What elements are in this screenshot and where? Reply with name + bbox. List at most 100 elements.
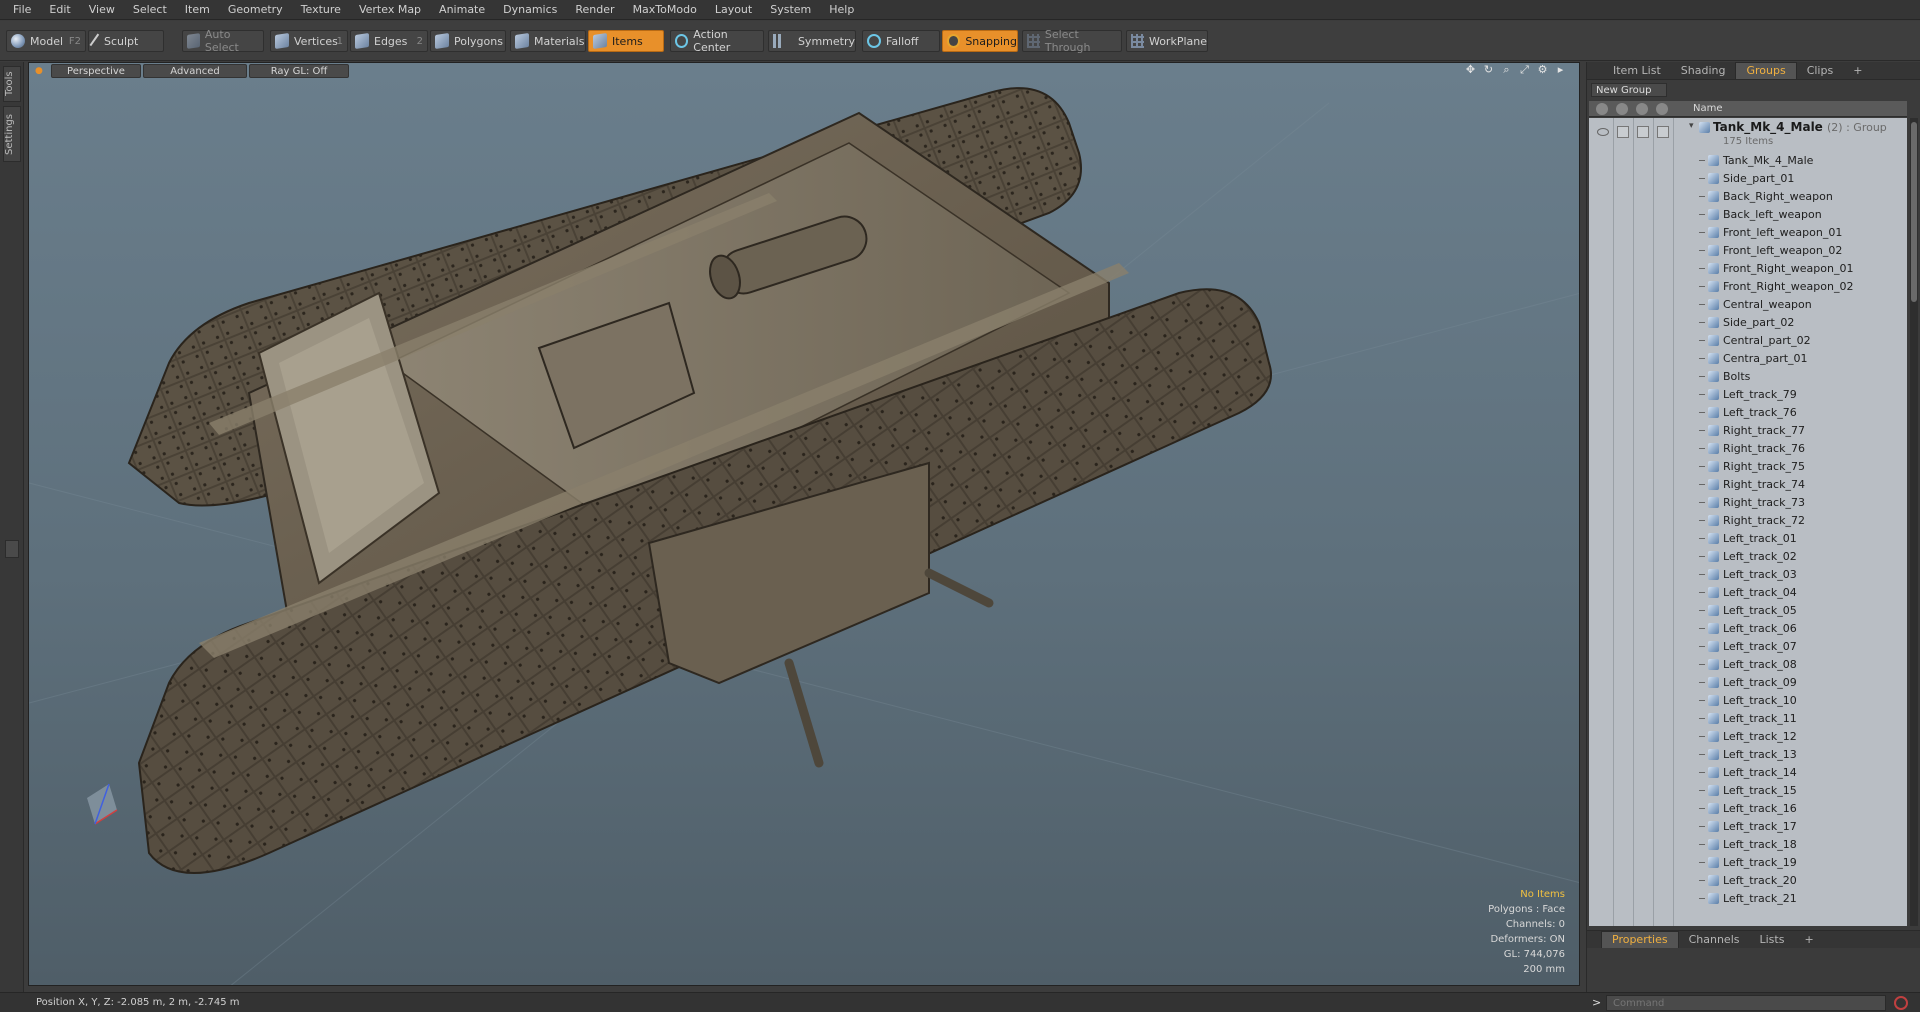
materials-button[interactable]: Materials <box>510 30 586 52</box>
tab-groups[interactable]: Groups <box>1735 62 1797 79</box>
new-group-button[interactable]: New Group <box>1591 83 1667 97</box>
menu-select[interactable]: Select <box>124 0 176 20</box>
list-item[interactable]: Left_track_17 <box>1589 818 1907 836</box>
sculpt-mode-button[interactable]: Sculpt <box>88 30 164 52</box>
command-history-icon[interactable] <box>1894 996 1908 1010</box>
list-item[interactable]: Left_track_20 <box>1589 872 1907 890</box>
list-item[interactable]: Right_track_73 <box>1589 494 1907 512</box>
menu-render[interactable]: Render <box>566 0 623 20</box>
select-column-icon[interactable] <box>1656 103 1668 115</box>
list-item[interactable]: Back_Right_weapon <box>1589 188 1907 206</box>
list-item[interactable]: Left_track_13 <box>1589 746 1907 764</box>
list-item[interactable]: Left_track_08 <box>1589 656 1907 674</box>
list-item[interactable]: Front_Right_weapon_01 <box>1589 260 1907 278</box>
vertices-button[interactable]: Vertices 1 <box>270 30 348 52</box>
panel-toggle-handle[interactable] <box>5 540 19 558</box>
menu-view[interactable]: View <box>80 0 124 20</box>
expand-arrow-icon[interactable]: ▸ <box>1554 63 1567 76</box>
list-item[interactable]: Left_track_14 <box>1589 764 1907 782</box>
snapping-button[interactable]: Snapping <box>942 30 1018 52</box>
list-item[interactable]: Front_left_weapon_01 <box>1589 224 1907 242</box>
list-item[interactable]: Right_track_75 <box>1589 458 1907 476</box>
action-center-button[interactable]: Action Center <box>670 28 764 54</box>
list-item[interactable]: Central_weapon <box>1589 296 1907 314</box>
list-item[interactable]: Bolts <box>1589 368 1907 386</box>
auto-select-button[interactable]: Auto Select <box>182 28 264 54</box>
visibility-eye-icon[interactable] <box>1597 128 1609 136</box>
tab-settings[interactable]: Settings <box>3 106 21 162</box>
viewport-menu-icon[interactable]: ● <box>35 66 45 76</box>
fit-icon[interactable]: ⤢ <box>1518 63 1531 76</box>
list-item[interactable]: Right_track_74 <box>1589 476 1907 494</box>
menu-system[interactable]: System <box>761 0 820 20</box>
select-toggle[interactable] <box>1657 126 1669 138</box>
groups-scrollbar[interactable] <box>1910 118 1918 926</box>
menu-maxtomodo[interactable]: MaxToModo <box>624 0 706 20</box>
model-mode-button[interactable]: Model F2 <box>6 30 86 52</box>
list-item[interactable]: Left_track_12 <box>1589 728 1907 746</box>
list-item[interactable]: Centra_part_01 <box>1589 350 1907 368</box>
tab-clips[interactable]: Clips <box>1797 63 1844 79</box>
zoom-icon[interactable]: ⌕ <box>1500 63 1513 76</box>
list-item[interactable]: Side_part_02 <box>1589 314 1907 332</box>
render-toggle[interactable] <box>1617 126 1629 138</box>
menu-dynamics[interactable]: Dynamics <box>494 0 566 20</box>
tab-shading[interactable]: Shading <box>1671 63 1736 79</box>
list-item[interactable]: Left_track_03 <box>1589 566 1907 584</box>
list-item[interactable]: Side_part_01 <box>1589 170 1907 188</box>
list-item[interactable]: Left_track_76 <box>1589 404 1907 422</box>
list-item[interactable]: Central_part_02 <box>1589 332 1907 350</box>
menu-edit[interactable]: Edit <box>40 0 79 20</box>
list-item[interactable]: Right_track_76 <box>1589 440 1907 458</box>
polygons-button[interactable]: Polygons <box>430 30 506 52</box>
list-item[interactable]: Left_track_21 <box>1589 890 1907 908</box>
tab-channels[interactable]: Channels <box>1679 932 1750 948</box>
list-item[interactable]: Left_track_79 <box>1589 386 1907 404</box>
symmetry-button[interactable]: Symmetry <box>768 30 856 52</box>
list-item[interactable]: Left_track_01 <box>1589 530 1907 548</box>
pan-icon[interactable]: ✥ <box>1464 63 1477 76</box>
shading-style-dropdown[interactable]: Advanced <box>143 64 247 78</box>
list-item[interactable]: Left_track_19 <box>1589 854 1907 872</box>
select-through-button[interactable]: Select Through <box>1022 28 1122 54</box>
list-item[interactable]: Left_track_05 <box>1589 602 1907 620</box>
list-item[interactable]: Left_track_11 <box>1589 710 1907 728</box>
list-item[interactable]: Front_Right_weapon_02 <box>1589 278 1907 296</box>
list-item[interactable]: Left_track_16 <box>1589 800 1907 818</box>
falloff-button[interactable]: Falloff <box>862 30 940 52</box>
list-item[interactable]: Right_track_72 <box>1589 512 1907 530</box>
expand-triangle-icon[interactable]: ▾ <box>1689 121 1694 131</box>
edges-button[interactable]: Edges 2 <box>350 30 428 52</box>
tab-item-list[interactable]: Item List <box>1603 63 1671 79</box>
tab-properties[interactable]: Properties <box>1601 931 1679 948</box>
list-item[interactable]: Left_track_02 <box>1589 548 1907 566</box>
items-button[interactable]: Items <box>588 30 664 52</box>
group-row[interactable]: ▾ Tank_Mk_4_Male (2) : Group 175 Items <box>1589 118 1907 152</box>
menu-layout[interactable]: Layout <box>706 0 761 20</box>
list-item[interactable]: Left_track_18 <box>1589 836 1907 854</box>
lock-column-icon[interactable] <box>1636 103 1648 115</box>
perspective-dropdown[interactable]: Perspective <box>51 64 141 78</box>
gear-icon[interactable]: ⚙ <box>1536 63 1549 76</box>
menu-item[interactable]: Item <box>176 0 219 20</box>
rotate-icon[interactable]: ↻ <box>1482 63 1495 76</box>
add-bottom-tab-button[interactable]: + <box>1794 932 1823 948</box>
tab-lists[interactable]: Lists <box>1750 932 1795 948</box>
3d-viewport[interactable]: ● Perspective Advanced Ray GL: Off ✥ ↻ ⌕… <box>28 62 1580 986</box>
menu-animate[interactable]: Animate <box>430 0 494 20</box>
command-input[interactable] <box>1606 995 1886 1011</box>
workplane-button[interactable]: WorkPlane <box>1126 30 1208 52</box>
menu-help[interactable]: Help <box>820 0 863 20</box>
list-item[interactable]: Left_track_10 <box>1589 692 1907 710</box>
list-item[interactable]: Left_track_09 <box>1589 674 1907 692</box>
list-item[interactable]: Left_track_15 <box>1589 782 1907 800</box>
tab-tools[interactable]: Tools <box>3 66 21 102</box>
render-column-icon[interactable] <box>1616 103 1628 115</box>
lock-toggle[interactable] <box>1637 126 1649 138</box>
raygl-toggle[interactable]: Ray GL: Off <box>249 64 349 78</box>
list-item[interactable]: Back_left_weapon <box>1589 206 1907 224</box>
list-item[interactable]: Left_track_07 <box>1589 638 1907 656</box>
list-item[interactable]: Left_track_06 <box>1589 620 1907 638</box>
add-tab-button[interactable]: + <box>1843 63 1872 79</box>
list-item[interactable]: Right_track_77 <box>1589 422 1907 440</box>
